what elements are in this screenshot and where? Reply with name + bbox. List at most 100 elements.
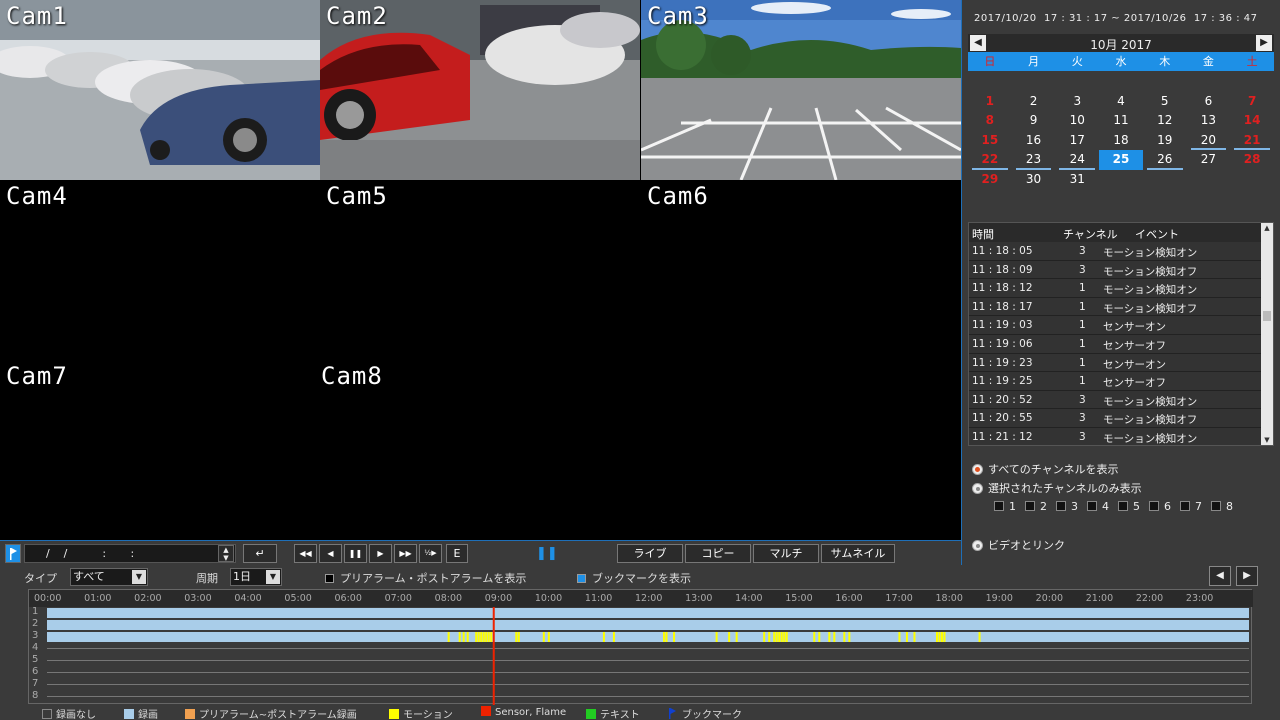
- datetime-search-input[interactable]: / / : :: [24, 544, 236, 563]
- scroll-down-icon[interactable]: ▼: [1261, 435, 1273, 445]
- timeline-prev-button[interactable]: ◀: [1209, 566, 1231, 586]
- calendar-day[interactable]: 5: [1143, 92, 1187, 112]
- calendar-day[interactable]: 27: [1187, 150, 1231, 170]
- show-all-channels-option[interactable]: すべてのチャンネルを表示: [972, 461, 1118, 477]
- calendar-day[interactable]: 28: [1230, 150, 1274, 170]
- interval-select[interactable]: 1日 ▼: [230, 568, 282, 586]
- step-back-button[interactable]: ◀: [319, 544, 342, 563]
- calendar-day[interactable]: 11: [1099, 111, 1143, 131]
- calendar-day[interactable]: 9: [1012, 111, 1056, 131]
- channel-checkbox[interactable]: 6: [1149, 500, 1171, 513]
- camera-tile-2[interactable]: Cam2: [320, 0, 640, 180]
- live-button[interactable]: ライブ: [617, 544, 683, 563]
- camera-tile-1[interactable]: Cam1: [0, 0, 320, 180]
- checkbox-icon[interactable]: [1025, 501, 1035, 511]
- calendar-day[interactable]: 13: [1187, 111, 1231, 131]
- calendar-day[interactable]: 25: [1099, 150, 1143, 170]
- calendar-day[interactable]: 26: [1143, 150, 1187, 170]
- event-row[interactable]: 11 : 19 : 25 1 センサーオフ: [969, 372, 1273, 391]
- calendar-day[interactable]: 10: [1055, 111, 1099, 131]
- camera-tile-3[interactable]: Cam3: [641, 0, 961, 180]
- copy-button[interactable]: コピー: [685, 544, 751, 563]
- playhead-line[interactable]: [492, 607, 495, 705]
- calendar-day[interactable]: 18: [1099, 131, 1143, 151]
- channel-checkbox[interactable]: 3: [1056, 500, 1078, 513]
- spin-down-icon[interactable]: ▼: [223, 554, 228, 562]
- bookmark-flag-button[interactable]: [5, 544, 21, 563]
- event-row[interactable]: 11 : 20 : 52 3 モーション検知オン: [969, 390, 1273, 410]
- checkbox-icon[interactable]: [1149, 501, 1159, 511]
- calendar-next-button[interactable]: ▶: [1256, 35, 1272, 51]
- radio-selected-icon[interactable]: [972, 464, 983, 475]
- checkbox-checked-icon[interactable]: [577, 574, 586, 583]
- fast-rewind-button[interactable]: ◀◀: [294, 544, 317, 563]
- checkbox-icon[interactable]: [325, 574, 334, 583]
- camera-tile-8[interactable]: Cam8: [315, 360, 635, 540]
- fast-forward-button[interactable]: ▶▶: [394, 544, 417, 563]
- calendar-day[interactable]: 21: [1230, 131, 1274, 151]
- checkbox-icon[interactable]: [1118, 501, 1128, 511]
- calendar-day[interactable]: 8: [968, 111, 1012, 131]
- show-selected-channels-option[interactable]: 選択されたチャンネルのみ表示: [972, 480, 1142, 496]
- calendar-day[interactable]: 30: [1012, 170, 1056, 190]
- channel-checkbox[interactable]: 2: [1025, 500, 1047, 513]
- camera-tile-7[interactable]: Cam7: [0, 360, 320, 540]
- event-row[interactable]: 11 : 18 : 12 1 モーション検知オン: [969, 279, 1273, 298]
- event-row[interactable]: 11 : 18 : 05 3 モーション検知オン: [969, 242, 1273, 261]
- calendar-day[interactable]: 12: [1143, 111, 1187, 131]
- channel-checkbox[interactable]: 7: [1180, 500, 1202, 513]
- show-prealarm-option[interactable]: プリアラーム・ポストアラームを表示: [325, 570, 526, 586]
- event-row[interactable]: 11 : 18 : 09 3 モーション検知オフ: [969, 260, 1273, 280]
- checkbox-icon[interactable]: [1056, 501, 1066, 511]
- timeline-next-button[interactable]: ▶: [1236, 566, 1258, 586]
- calendar-day[interactable]: 3: [1055, 92, 1099, 112]
- calendar-day[interactable]: 6: [1187, 92, 1231, 112]
- event-row[interactable]: 11 : 21 : 12 3 モーション検知オン: [969, 427, 1273, 445]
- calendar-day[interactable]: 15: [968, 131, 1012, 151]
- half-speed-button[interactable]: ½▶: [419, 544, 442, 563]
- radio-unselected-icon[interactable]: [972, 483, 983, 494]
- chevron-down-icon[interactable]: ▼: [266, 570, 280, 584]
- calendar-day[interactable]: 19: [1143, 131, 1187, 151]
- show-bookmark-option[interactable]: ブックマークを表示: [577, 570, 691, 586]
- pause-button[interactable]: ❚❚: [344, 544, 367, 563]
- calendar-day[interactable]: 4: [1099, 92, 1143, 112]
- checkbox-icon[interactable]: [1211, 501, 1221, 511]
- calendar-day[interactable]: 7: [1230, 92, 1274, 112]
- event-row[interactable]: 11 : 19 : 23 1 センサーオン: [969, 353, 1273, 373]
- calendar-day[interactable]: 22: [968, 150, 1012, 170]
- camera-tile-6[interactable]: Cam6: [641, 180, 961, 360]
- channel-checkbox[interactable]: 1: [994, 500, 1016, 513]
- scroll-up-icon[interactable]: ▲: [1261, 223, 1273, 233]
- event-row[interactable]: 11 : 19 : 06 1 センサーオフ: [969, 334, 1273, 354]
- calendar-day[interactable]: 17: [1055, 131, 1099, 151]
- multi-button[interactable]: マルチ: [753, 544, 819, 563]
- radio-unselected-icon[interactable]: [972, 540, 983, 551]
- checkbox-icon[interactable]: [1180, 501, 1190, 511]
- event-row[interactable]: 11 : 18 : 17 1 モーション検知オフ: [969, 297, 1273, 317]
- thumbnail-button[interactable]: サムネイル: [821, 544, 895, 563]
- calendar-day[interactable]: 14: [1230, 111, 1274, 131]
- event-row[interactable]: 11 : 20 : 55 3 モーション検知オフ: [969, 409, 1273, 428]
- event-row[interactable]: 11 : 19 : 03 1 センサーオン: [969, 316, 1273, 335]
- spin-up-icon[interactable]: ▲: [223, 546, 228, 554]
- calendar-day[interactable]: 23: [1012, 150, 1056, 170]
- calendar-day[interactable]: 29: [968, 170, 1012, 190]
- camera-tile-5[interactable]: Cam5: [320, 180, 640, 360]
- play-button[interactable]: ▶: [369, 544, 392, 563]
- calendar-day[interactable]: 2: [1012, 92, 1056, 112]
- video-link-option[interactable]: ビデオとリンク: [972, 537, 1065, 553]
- channel-checkbox[interactable]: 8: [1211, 500, 1233, 513]
- calendar-day[interactable]: 1: [968, 92, 1012, 112]
- calendar-day[interactable]: 16: [1012, 131, 1056, 151]
- event-list-scrollbar[interactable]: ▲ ▼: [1261, 223, 1273, 445]
- channel-checkbox[interactable]: 5: [1118, 500, 1140, 513]
- end-button[interactable]: E: [446, 544, 468, 563]
- camera-tile-4[interactable]: Cam4: [0, 180, 320, 360]
- recording-timeline[interactable]: 00:00 01:00 02:00 03:00 04:00 05:00 06:00 07:00…: [28, 589, 1253, 705]
- enter-button[interactable]: ↵: [243, 544, 277, 563]
- checkbox-icon[interactable]: [1087, 501, 1097, 511]
- calendar-day[interactable]: 24: [1055, 150, 1099, 170]
- calendar-day[interactable]: 31: [1055, 170, 1099, 190]
- type-select[interactable]: すべて ▼: [70, 568, 148, 586]
